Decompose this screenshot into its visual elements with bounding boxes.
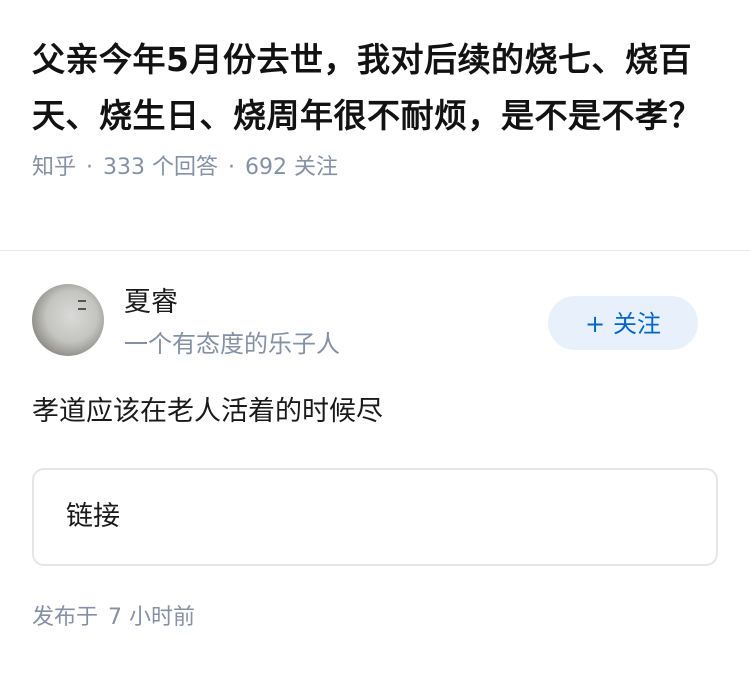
meta-separator: · — [86, 155, 94, 180]
meta-separator: · — [228, 155, 236, 180]
plus-icon: + — [584, 310, 606, 338]
shirt-logo-icon — [78, 300, 86, 310]
answer-card: 夏睿 一个有态度的乐子人 + 关注 孝道应该在老人活着的时候尽 链接 发布于 7 小… — [32, 284, 718, 634]
avatar[interactable] — [32, 284, 104, 356]
author-name[interactable]: 夏睿 — [124, 286, 178, 320]
followers-label: 关注 — [294, 155, 339, 180]
question-header: 父亲今年5月份去世，我对后续的烧七、烧百天、烧生日、烧周年很不耐烦，是不是不孝？… — [0, 0, 750, 188]
author-row: 夏睿 一个有态度的乐子人 + 关注 — [32, 284, 718, 360]
followers-count: 692 — [245, 155, 288, 180]
publish-prefix: 发布于 — [32, 605, 99, 630]
publish-time-value: 7 小时前 — [108, 605, 196, 630]
answer-content: 孝道应该在老人活着的时候尽 — [32, 396, 383, 427]
follow-button[interactable]: + 关注 — [548, 296, 698, 350]
link-card[interactable]: 链接 — [32, 468, 718, 566]
link-card-label: 链接 — [66, 501, 120, 532]
answers-label[interactable]: 个回答 — [152, 155, 218, 180]
author-bio: 一个有态度的乐子人 — [124, 330, 340, 358]
question-title[interactable]: 父亲今年5月份去世，我对后续的烧七、烧百天、烧生日、烧周年很不耐烦，是不是不孝？ — [32, 32, 718, 144]
section-divider — [0, 250, 750, 251]
answers-count[interactable]: 333 — [103, 155, 145, 180]
source-label[interactable]: 知乎 — [32, 155, 76, 180]
follow-button-label: 关注 — [613, 310, 662, 338]
question-meta: 知乎 · 333 个回答 · 692 关注 — [32, 148, 718, 188]
publish-time: 发布于 7 小时前 — [32, 602, 718, 634]
